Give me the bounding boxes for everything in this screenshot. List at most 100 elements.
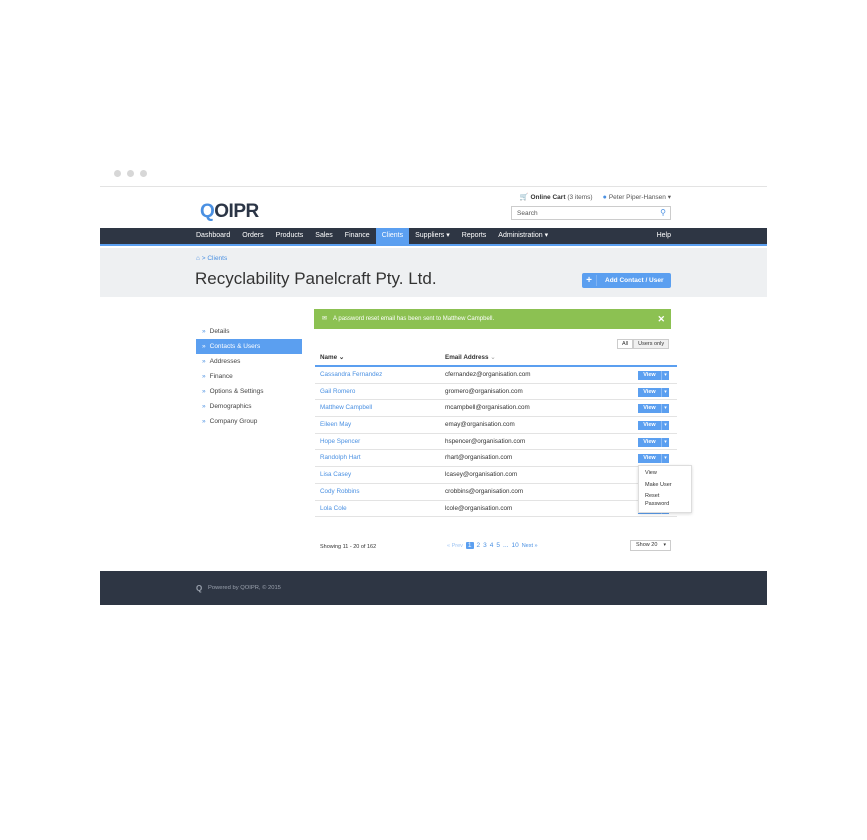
- table-row: Lola Colelcole@organisation.comView▾: [315, 501, 677, 518]
- home-icon[interactable]: ⌂: [196, 255, 200, 262]
- table-row: Cassandra Fernandez cfernandez@organisati…: [315, 367, 677, 384]
- page-10[interactable]: 10: [511, 542, 518, 549]
- sidebar-item-finance[interactable]: » Finance: [196, 369, 302, 384]
- main-nav: Dashboard Orders Products Sales Finance …: [100, 228, 767, 246]
- contact-name-link[interactable]: Hope Spencer: [320, 438, 360, 445]
- contact-name-link[interactable]: Lola Cole: [320, 505, 347, 512]
- page-4[interactable]: 4: [490, 542, 494, 549]
- filter-all[interactable]: All: [617, 339, 634, 349]
- contact-name-link[interactable]: Matthew Campbell: [320, 404, 372, 411]
- logo[interactable]: QOIPR: [200, 201, 259, 223]
- caret-down-icon[interactable]: ▾: [661, 454, 669, 464]
- top-bar: 🛒 Online Cart (3 items) ● Peter Piper-Hans…: [520, 193, 671, 201]
- nav-item-reports[interactable]: Reports: [456, 228, 493, 244]
- contact-email: mcampbell@organisation.com: [445, 404, 530, 412]
- page-2[interactable]: 2: [477, 542, 481, 549]
- filter-users-only[interactable]: Users only: [633, 339, 670, 349]
- user-icon: ●: [602, 194, 607, 201]
- sidebar-item-company-group[interactable]: » Company Group: [196, 414, 302, 429]
- sidebar-item-label: Finance: [209, 373, 233, 380]
- column-name[interactable]: Name ⌄: [320, 354, 344, 361]
- caret-down-icon[interactable]: ▾: [661, 371, 669, 380]
- showing-count: Showing 11 - 20 of 162: [320, 544, 377, 550]
- nav-item-administration[interactable]: Administration ▾: [492, 228, 554, 244]
- nav-item-products[interactable]: Products: [270, 228, 310, 244]
- window-dot[interactable]: [140, 170, 147, 177]
- view-button[interactable]: View: [638, 371, 661, 380]
- view-button[interactable]: View: [638, 437, 661, 447]
- sidebar-item-label: Addresses: [209, 358, 241, 365]
- chevron-down-icon: ▾: [667, 194, 671, 201]
- contact-name-link[interactable]: Eileen May: [320, 421, 351, 428]
- nav-item-sales[interactable]: Sales: [309, 228, 339, 244]
- chevron-right-icon: »: [202, 403, 206, 410]
- caret-down-icon[interactable]: ▾: [661, 387, 669, 397]
- close-icon[interactable]: ✕: [657, 309, 665, 329]
- contact-name-link[interactable]: Randolph Hart: [320, 454, 361, 461]
- view-button[interactable]: View: [638, 404, 661, 414]
- page-5[interactable]: 5: [496, 542, 500, 549]
- caret-down-icon[interactable]: ▾: [661, 421, 669, 431]
- view-button[interactable]: View: [638, 387, 661, 397]
- nav-item-finance[interactable]: Finance: [339, 228, 376, 244]
- alert-message: A password reset email has been sent to …: [333, 316, 495, 322]
- filter-toggle: All Users only: [617, 339, 670, 349]
- window-dot[interactable]: [127, 170, 134, 177]
- nav-item-clients[interactable]: Clients: [375, 228, 410, 244]
- table-row: Eileen May emay@organisation.com View ▾: [315, 417, 677, 434]
- view-button[interactable]: View: [638, 454, 661, 464]
- next-page[interactable]: Next »: [522, 543, 538, 549]
- sidebar-item-addresses[interactable]: » Addresses: [196, 354, 302, 369]
- contact-email: cfernandez@organisation.com: [445, 371, 531, 378]
- sidebar-item-details[interactable]: » Details: [196, 324, 302, 339]
- sidebar-item-demographics[interactable]: » Demographics: [196, 399, 302, 414]
- logo-text: OIPR: [214, 201, 259, 222]
- page-3[interactable]: 3: [483, 542, 487, 549]
- window-dot[interactable]: [114, 170, 121, 177]
- caret-down-icon[interactable]: ▾: [661, 404, 669, 414]
- contact-name-link[interactable]: Gail Romero: [320, 388, 355, 395]
- contact-name-link[interactable]: Lisa Casey: [320, 471, 351, 478]
- sidebar-item-contacts-users[interactable]: » Contacts & Users: [196, 339, 302, 354]
- sidebar-item-label: Details: [209, 328, 230, 335]
- column-email[interactable]: Email Address ⌄: [445, 354, 496, 361]
- menu-item-reset-password[interactable]: Reset Password: [639, 491, 691, 510]
- prev-page[interactable]: « Prev: [447, 543, 463, 549]
- online-cart-link[interactable]: 🛒 Online Cart (3 items): [520, 193, 593, 201]
- nav-item-orders[interactable]: Orders: [236, 228, 269, 244]
- nav-item-dashboard[interactable]: Dashboard: [190, 228, 236, 244]
- sidebar-item-options-settings[interactable]: » Options & Settings: [196, 384, 302, 399]
- contact-name-link[interactable]: Cassandra Fernandez: [320, 371, 382, 378]
- page-1[interactable]: 1: [465, 542, 474, 549]
- view-button[interactable]: View: [638, 421, 661, 431]
- breadcrumb-clients[interactable]: Clients: [207, 255, 227, 262]
- search-input[interactable]: Search ⚲: [511, 206, 671, 220]
- user-menu[interactable]: ● Peter Piper-Hansen ▾: [603, 193, 671, 201]
- nav-item-suppliers[interactable]: Suppliers ▾: [409, 228, 456, 244]
- footer: Q Powered by QOIPR, © 2015: [100, 571, 767, 605]
- contact-email: lcole@organisation.com: [445, 504, 513, 512]
- table-row: Randolph Hart rhart@organisation.com View ▾: [315, 450, 677, 468]
- chevron-down-icon: ⌄: [338, 354, 345, 361]
- chevron-right-icon: »: [202, 418, 206, 425]
- envelope-icon: ✉: [322, 316, 328, 322]
- menu-item-view[interactable]: View: [639, 468, 691, 480]
- table-row: Gail Romero gromero@organisation.com View ▾: [315, 384, 677, 401]
- contact-email: emay@organisation.com: [445, 421, 515, 429]
- user-name: Peter Piper-Hansen: [608, 194, 666, 201]
- page-title: Recyclability Panelcraft Pty. Ltd.: [195, 269, 437, 288]
- search-icon[interactable]: ⚲: [660, 208, 666, 217]
- caret-down-icon[interactable]: ▾: [661, 437, 669, 447]
- menu-item-make-user[interactable]: Make User: [639, 480, 691, 492]
- table-row: Cody Robbins crobbins@organisation.com: [315, 484, 677, 501]
- nav-help[interactable]: Help: [657, 228, 671, 244]
- table-body: Cassandra Fernandez cfernandez@organisati…: [315, 367, 677, 518]
- contact-name-link[interactable]: Cody Robbins: [320, 488, 360, 495]
- view-button-group: View▾: [638, 387, 669, 397]
- breadcrumb: ⌂ > Clients: [196, 255, 228, 262]
- sidebar-item-label: Options & Settings: [209, 388, 264, 395]
- page-size-select[interactable]: Show 20 ▾: [630, 540, 671, 551]
- row-dropdown-menu: View Make User Reset Password: [638, 465, 692, 513]
- chevron-right-icon: »: [202, 328, 206, 335]
- add-contact-button[interactable]: + Add Contact / User: [582, 273, 671, 288]
